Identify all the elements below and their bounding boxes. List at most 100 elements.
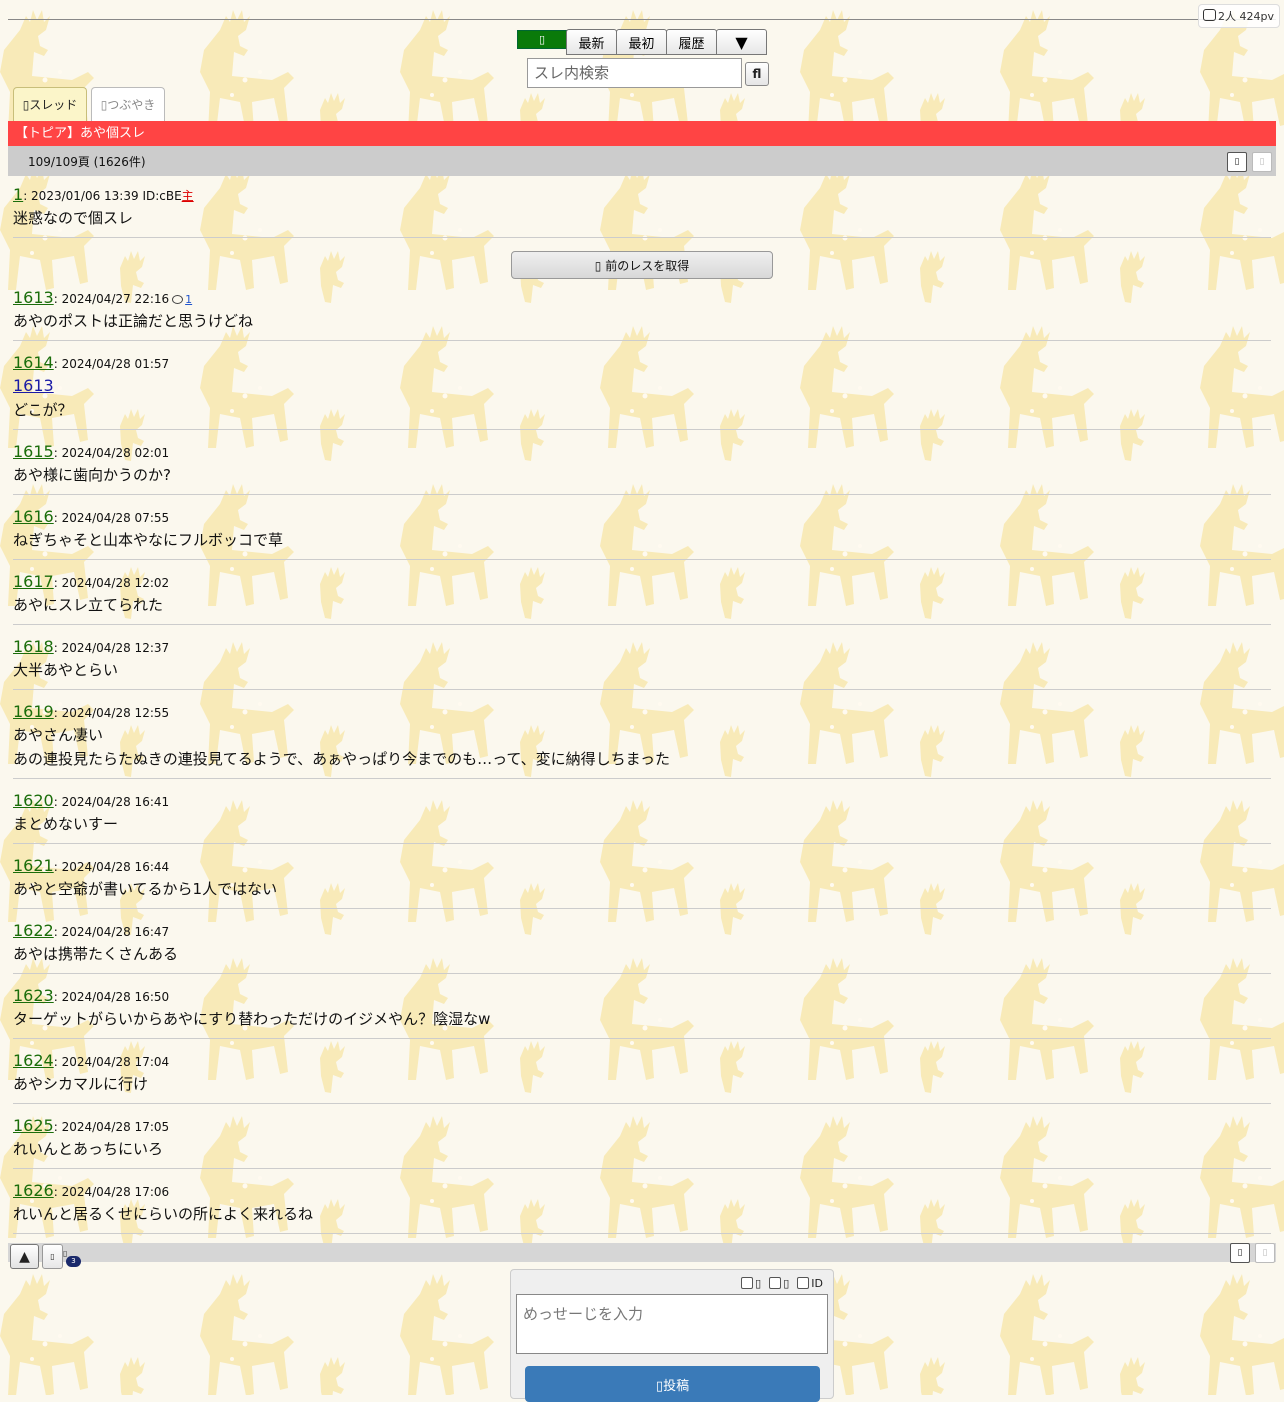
- post-number[interactable]: 1622: [13, 921, 54, 940]
- post-body: まとめないすー: [13, 815, 119, 833]
- post-header: 1615: 2024/04/28 02:01: [13, 442, 170, 461]
- bottom-next-icon[interactable]: ▯: [1255, 1243, 1275, 1263]
- post-item: 1623: 2024/04/28 16:50 ターゲットがらいからあやにすり替わっ…: [13, 985, 1271, 1039]
- dropdown-button[interactable]: ▼: [716, 29, 767, 55]
- post-date: 2024/04/28 01:57: [61, 357, 170, 371]
- post-header: 1626: 2024/04/28 17:06: [13, 1181, 170, 1200]
- post-number[interactable]: 1615: [13, 442, 54, 461]
- page-prev-icon[interactable]: ▯: [1227, 152, 1247, 172]
- post-form: ▯ ▯ ID ▯投稿: [510, 1269, 834, 1402]
- latest-button[interactable]: 最新: [566, 29, 617, 55]
- post-id: ID:cBE: [142, 189, 182, 203]
- bottom-small-button[interactable]: ▯: [42, 1244, 63, 1269]
- post-item: 1613: 2024/04/27 22:16 1 あやのポストは正論だと思うけどね: [13, 287, 1271, 341]
- post-number[interactable]: 1616: [13, 507, 54, 526]
- post-date: 2024/04/28 07:55: [61, 511, 170, 525]
- post-body: ターゲットがらいからあやにすり替わっただけのイジメやん？陰湿なw: [13, 1010, 491, 1028]
- pageview-counter: 2人 424pv: [1198, 4, 1280, 28]
- checkbox-2[interactable]: [769, 1277, 782, 1289]
- top-divider: [8, 19, 1276, 20]
- load-previous-button[interactable]: ▯ 前のレスを取得: [511, 251, 773, 279]
- post-item: 1624: 2024/04/28 17:04 あやシカマルに行け: [13, 1050, 1271, 1104]
- green-button[interactable]: ▯: [517, 30, 567, 49]
- pageview-text: 2人 424pv: [1218, 10, 1274, 23]
- post-body: あやと空爺が書いてるから1人ではない: [13, 880, 278, 898]
- post-date: 2024/04/27 22:16: [61, 292, 170, 306]
- post-number[interactable]: 1626: [13, 1181, 54, 1200]
- post-date: 2024/04/28 12:37: [61, 641, 170, 655]
- message-input[interactable]: [516, 1294, 828, 1354]
- post-first: 1: 2023/01/06 13:39 ID:cBE主 迷惑なので個スレ: [13, 184, 1271, 238]
- option-id[interactable]: ID: [797, 1277, 823, 1290]
- post-body: あやにスレ立てられた: [13, 596, 164, 614]
- thread-title: 【トピア】あや個スレ: [8, 121, 1276, 146]
- reply-anchor-link[interactable]: 1613: [13, 376, 54, 395]
- post-header: 1619: 2024/04/28 12:55: [13, 702, 170, 721]
- reply-count-link[interactable]: 1: [185, 293, 192, 306]
- post-number[interactable]: 1620: [13, 791, 54, 810]
- post-header: 1622: 2024/04/28 16:47: [13, 921, 170, 940]
- post-number[interactable]: 1614: [13, 353, 54, 372]
- checkbox-1[interactable]: [741, 1277, 754, 1289]
- post-body: あやのポストは正論だと思うけどね: [13, 312, 254, 330]
- search-button[interactable]: fl: [745, 62, 769, 86]
- post-number[interactable]: 1623: [13, 986, 54, 1005]
- post-header: 1618: 2024/04/28 12:37: [13, 637, 170, 656]
- post-date: 2024/04/28 12:55: [61, 706, 170, 720]
- post-item: 1622: 2024/04/28 16:47 あやは携帯たくさんある: [13, 920, 1271, 974]
- post-date: 2024/04/28 12:02: [61, 576, 170, 590]
- post-header: 1614: 2024/04/28 01:57: [13, 353, 170, 372]
- post-item: 1620: 2024/04/28 16:41 まとめないすー: [13, 790, 1271, 844]
- post-number[interactable]: 1618: [13, 637, 54, 656]
- post-number[interactable]: 1617: [13, 572, 54, 591]
- post-date: 2024/04/28 16:50: [61, 990, 170, 1004]
- post-date: 2024/04/28 17:04: [61, 1055, 170, 1069]
- post-number[interactable]: 1: [13, 185, 23, 204]
- post-anchor-line: 1613: [13, 374, 1271, 398]
- post-date: 2024/04/28 17:05: [61, 1120, 170, 1134]
- post-item: 1616: 2024/04/28 07:55 ねぎちゃそと山本やなにフルボッコで草: [13, 506, 1271, 560]
- post-header: 1616: 2024/04/28 07:55: [13, 507, 170, 526]
- history-button[interactable]: 履歴: [666, 29, 717, 55]
- post-body: あやシカマルに行け: [13, 1075, 149, 1093]
- post-body: れいんとあっちにいろ: [13, 1140, 164, 1158]
- post-header: 1617: 2024/04/28 12:02: [13, 572, 170, 591]
- post-header: 1623: 2024/04/28 16:50: [13, 986, 170, 1005]
- option-2[interactable]: ▯: [769, 1277, 789, 1290]
- post-date: 2024/04/28 02:01: [61, 446, 170, 460]
- post-item: 1617: 2024/04/28 12:02 あやにスレ立てられた: [13, 571, 1271, 625]
- thread-search-input[interactable]: [527, 58, 742, 88]
- post-item: 1625: 2024/04/28 17:05 れいんとあっちにいろ: [13, 1115, 1271, 1169]
- post-body: あの連投見たらたぬきの連投見てるようで、あぁやっぱり今までのも…って、変に納得し…: [13, 750, 671, 768]
- post-options: ▯ ▯ ID: [741, 1277, 823, 1290]
- first-button[interactable]: 最初: [616, 29, 667, 55]
- post-item: 1626: 2024/04/28 17:06 れいんと居るくせにらいの所によく来れ…: [13, 1180, 1271, 1234]
- post-date: 2024/04/28 17:06: [61, 1185, 170, 1199]
- post-body: あや様に歯向かうのか?: [13, 466, 171, 484]
- post-date: 2023/01/06 13:39: [31, 189, 139, 203]
- bottom-prev-icon[interactable]: ▯: [1230, 1243, 1250, 1263]
- checkbox-id[interactable]: [797, 1277, 810, 1289]
- post-header: 1625: 2024/04/28 17:05: [13, 1116, 170, 1135]
- tab-tweet[interactable]: ▯つぶやき: [91, 87, 165, 121]
- post-date: 2024/04/28 16:44: [61, 860, 170, 874]
- post-body: ねぎちゃそと山本やなにフルボッコで草: [13, 531, 284, 549]
- option-1[interactable]: ▯: [741, 1277, 761, 1290]
- post-number[interactable]: 1624: [13, 1051, 54, 1070]
- tab-thread[interactable]: ▯スレッド: [13, 87, 87, 121]
- post-item: 1614: 2024/04/28 01:57 1613 どこが？: [13, 352, 1271, 430]
- post-body: あやは携帯たくさんある: [13, 945, 179, 963]
- post-body: あやさん凄い: [13, 726, 104, 744]
- owner-badge[interactable]: 主: [182, 189, 194, 203]
- post-header: 1613: 2024/04/27 22:16 1: [13, 288, 193, 307]
- post-number[interactable]: 1619: [13, 702, 54, 721]
- reply-bubble-icon: [172, 295, 184, 304]
- scroll-top-button[interactable]: ▲: [10, 1244, 39, 1269]
- post-item: 1618: 2024/04/28 12:37 大半あやとらい: [13, 636, 1271, 690]
- post-number[interactable]: 1625: [13, 1116, 54, 1135]
- post-header: 1620: 2024/04/28 16:41: [13, 791, 170, 810]
- page-next-icon[interactable]: ▯: [1252, 152, 1272, 172]
- submit-post-button[interactable]: ▯投稿: [525, 1366, 820, 1402]
- post-number[interactable]: 1621: [13, 856, 54, 875]
- post-number[interactable]: 1613: [13, 288, 54, 307]
